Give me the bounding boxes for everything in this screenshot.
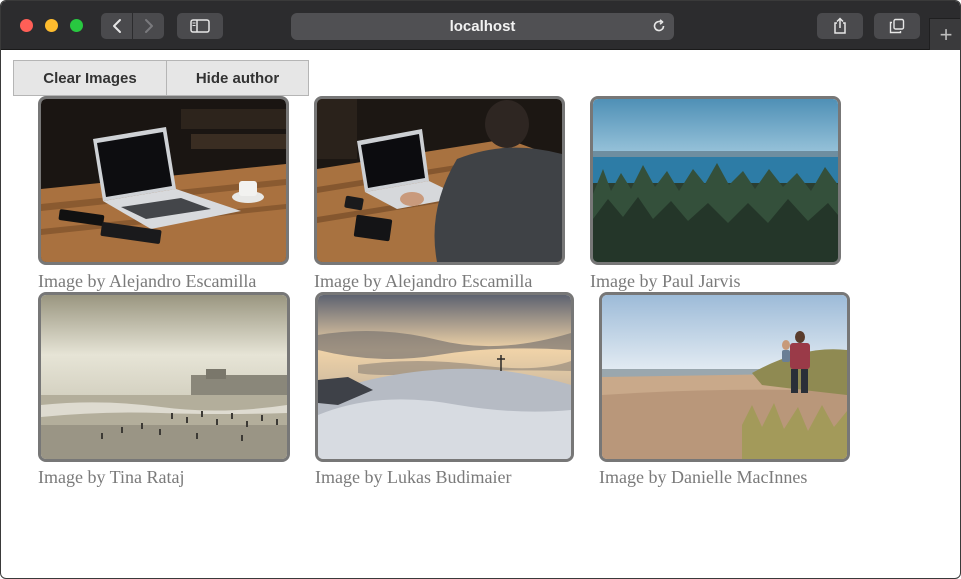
photo-snowy-hill[interactable]: [315, 292, 574, 462]
minimize-window-button[interactable]: [45, 19, 58, 32]
sidebar-icon: [190, 19, 210, 33]
forward-button[interactable]: [133, 13, 164, 39]
zoom-window-button[interactable]: [70, 19, 83, 32]
photo-crowded-beach[interactable]: [38, 292, 290, 462]
photo-forest-sea[interactable]: [590, 96, 841, 265]
browser-toolbar: localhost +: [1, 1, 960, 50]
chevron-left-icon: [112, 19, 121, 33]
image-caption: Image by Alejandro Escamilla: [38, 271, 257, 291]
sidebar-button[interactable]: [177, 13, 223, 39]
image-caption: Image by Lukas Budimaier: [315, 467, 512, 487]
share-button[interactable]: [817, 13, 863, 39]
image-caption: Image by Paul Jarvis: [590, 271, 741, 291]
reload-icon[interactable]: [650, 17, 668, 35]
tabs-overview-icon: [889, 18, 905, 34]
plus-icon: +: [939, 21, 953, 47]
share-icon: [834, 17, 846, 34]
photo-laptop-table[interactable]: [38, 96, 289, 265]
address-bar-url: localhost: [449, 18, 516, 35]
address-bar[interactable]: localhost: [291, 13, 674, 40]
image-caption: Image by Danielle MacInnes: [599, 467, 808, 487]
clear-images-button[interactable]: Clear Images: [13, 60, 167, 96]
browser-window: localhost + Clear Images Hide author Ima…: [0, 0, 961, 579]
tabs-overview-button[interactable]: [874, 13, 920, 39]
photo-man-child-beach[interactable]: [599, 292, 850, 462]
new-tab-button[interactable]: +: [929, 18, 960, 50]
close-window-button[interactable]: [20, 19, 33, 32]
image-caption: Image by Tina Rataj: [38, 467, 185, 487]
hide-author-button[interactable]: Hide author: [166, 60, 309, 96]
image-caption: Image by Alejandro Escamilla: [314, 271, 533, 291]
chevron-right-icon: [144, 19, 153, 33]
photo-person-typing[interactable]: [314, 96, 565, 265]
back-button[interactable]: [101, 13, 132, 39]
